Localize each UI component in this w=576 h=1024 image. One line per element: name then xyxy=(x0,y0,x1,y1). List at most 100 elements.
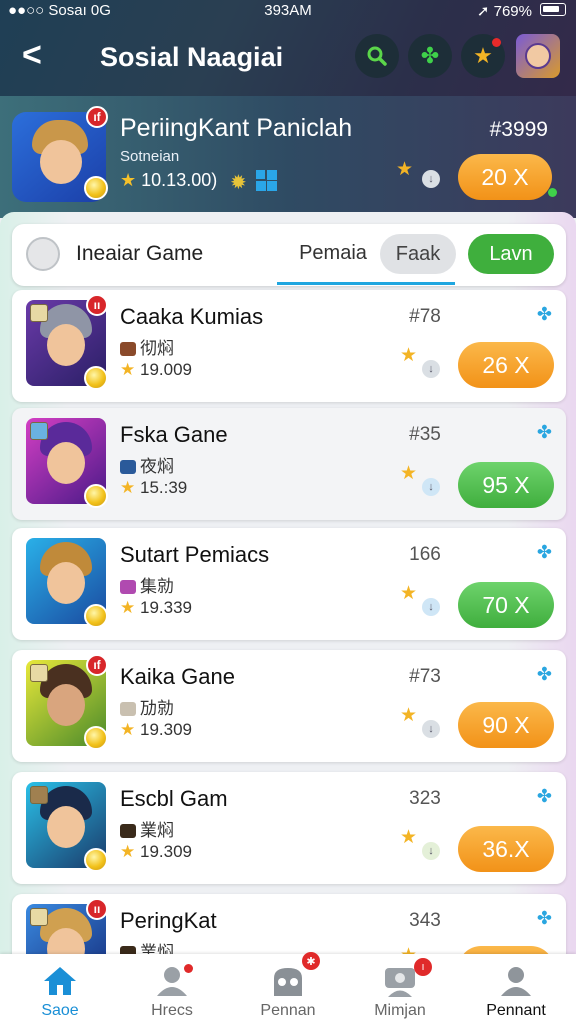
game-subtitle: 業焖 xyxy=(120,816,174,841)
battery-icon xyxy=(540,3,566,16)
coin-icon xyxy=(84,604,108,628)
tab-lavn[interactable]: Lavn xyxy=(468,234,554,274)
game-card[interactable]: Fska Gane 夜焖 ★ 15.:39 #35 ✤ ★ ↓ 95 X xyxy=(12,408,566,520)
bottom-nav: Saoe Hrecs ✱ Pennan ı Mimjan Pennant xyxy=(0,952,576,1024)
nav-label: Hrecs xyxy=(151,1002,193,1019)
game-rating: ★ 19.009 xyxy=(120,360,192,379)
coin-icon xyxy=(84,366,108,390)
card-action-button[interactable]: 95 X xyxy=(458,462,554,508)
featured-banner[interactable]: ıf PeriingKant Paniclah Sotneian ★ 10.13… xyxy=(0,96,576,218)
nav-tab-mimjan[interactable]: ı Mimjan xyxy=(344,954,456,1024)
game-rating: ★ 15.:39 xyxy=(120,478,188,497)
game-rating: ★ 19.339 xyxy=(120,598,192,617)
download-icon: ↓ xyxy=(422,598,440,616)
star-icon: ★ xyxy=(120,170,137,190)
game-card[interactable]: ıı Caaka Kumias 彻焖 ★ 19.009 #78 ✤ ★ ↓ 26… xyxy=(12,290,566,402)
card-badge: ıı xyxy=(86,294,108,316)
featured-price: #3999 xyxy=(489,118,548,141)
card-action-button[interactable]: 90 X xyxy=(458,702,554,748)
coin-icon xyxy=(84,848,108,872)
clover-icon: ✤ xyxy=(536,664,552,684)
favorites-button[interactable]: ★ xyxy=(461,34,505,78)
card-action-button[interactable]: 26 X xyxy=(458,342,554,388)
category-title: Ineaiar Game xyxy=(76,242,204,265)
download-icon: ↓ xyxy=(422,842,440,860)
active-tab-indicator xyxy=(277,282,455,285)
clover-icon: ✤ xyxy=(420,43,440,68)
nav-tab-pennant[interactable]: Pennant xyxy=(460,954,572,1024)
tab-pemaia[interactable]: Pemaia xyxy=(280,242,386,265)
page-title: Sosial Naagiai xyxy=(100,42,284,72)
game-rating: ★ 19.309 xyxy=(120,842,192,861)
avatar-face xyxy=(525,43,551,69)
notification-dot xyxy=(492,38,501,47)
game-rank: 323 xyxy=(409,788,441,809)
trophy-star-icon: ★ xyxy=(400,345,418,366)
clover-icon: ✤ xyxy=(536,422,552,442)
back-button[interactable]: < xyxy=(22,36,42,75)
home-icon xyxy=(44,967,76,995)
game-subtitle: 集勍 xyxy=(120,572,174,597)
game-name: Caaka Kumias xyxy=(120,304,264,329)
nav-label: Pennan xyxy=(260,1002,316,1019)
game-rank: #78 xyxy=(409,306,441,327)
status-bar: ●●○○ Sosaı 0G 393AM ➚ 769% xyxy=(0,0,576,22)
trophy-star-icon: ★ xyxy=(400,463,418,484)
robot-icon xyxy=(274,968,302,996)
card-action-button[interactable]: 70 X xyxy=(458,582,554,628)
nav-tab-pennan[interactable]: ✱ Pennan xyxy=(232,952,344,1024)
clover-icon: ✤ xyxy=(536,786,552,806)
clover-icon: ✤ xyxy=(536,304,552,324)
game-card[interactable]: Sutart Pemiacs 集勍 ★ 19.339 166 ✤ ★ ↓ 70 … xyxy=(12,528,566,640)
game-subtitle: 彻焖 xyxy=(120,334,174,359)
nav-tab-hrecs[interactable]: Hrecs xyxy=(116,954,228,1024)
game-subtitle: 劢勍 xyxy=(120,694,174,719)
game-rank: 343 xyxy=(409,910,441,931)
game-rank: #35 xyxy=(409,424,441,445)
coin-icon xyxy=(84,176,108,200)
battery-level: ➚ 769% xyxy=(476,3,532,20)
category-tab-bar: Ineaiar Game Pemaia Faak Lavn xyxy=(12,224,566,286)
nav-label: Pennant xyxy=(486,1002,546,1019)
game-rating: ★ 19.309 xyxy=(120,720,192,739)
game-card[interactable]: Escbl Gam 業焖 ★ 19.309 323 ✤ ★ ↓ 36.X xyxy=(12,772,566,884)
online-dot xyxy=(548,188,557,197)
star-icon: ★ xyxy=(473,43,493,68)
profile-icon xyxy=(501,967,531,996)
nav-tab-saoe[interactable]: Saoe xyxy=(4,954,116,1024)
cloud-icon xyxy=(26,237,60,271)
game-card[interactable]: ıf Kaika Gane 劢勍 ★ 19.309 #73 ✤ ★ ↓ 90 X xyxy=(12,650,566,762)
featured-title: PeriingKant Paniclah xyxy=(120,114,353,142)
nav-label: Mimjan xyxy=(374,1002,426,1019)
header-area: ●●○○ Sosaı 0G 393AM ➚ 769% < Sosial Naag… xyxy=(0,0,576,218)
gear-icon: ✹ xyxy=(230,172,247,194)
game-name: Kaika Gane xyxy=(120,664,235,689)
card-action-button[interactable]: 36.X xyxy=(458,826,554,872)
nav-badge: ı xyxy=(414,958,432,976)
card-badge: ıı xyxy=(86,898,108,920)
game-name: PeringKat xyxy=(120,908,217,933)
search-button[interactable] xyxy=(355,34,399,78)
trophy-star-icon: ★ xyxy=(400,827,418,848)
clover-button[interactable]: ✤ xyxy=(408,34,452,78)
clover-icon: ✤ xyxy=(536,908,552,928)
card-badge: ıf xyxy=(86,654,108,676)
game-name: Escbl Gam xyxy=(120,786,228,811)
trophy-star-icon: ★ xyxy=(396,159,414,180)
download-icon: ↓ xyxy=(422,360,440,378)
tab-faak[interactable]: Faak xyxy=(380,234,456,274)
notification-dot xyxy=(184,964,193,973)
featured-badge: ıf xyxy=(86,106,108,128)
windows-icon xyxy=(256,170,278,192)
featured-subtitle: Sotneian xyxy=(120,148,180,165)
featured-action-button[interactable]: 20 X xyxy=(458,154,552,200)
trophy-star-icon: ★ xyxy=(400,583,418,604)
user-avatar[interactable] xyxy=(516,34,560,78)
game-name: Sutart Pemiacs xyxy=(120,542,270,567)
clover-icon: ✤ xyxy=(536,542,552,562)
nav-bar: < Sosial Naagiai ✤ ★ xyxy=(0,30,576,86)
nav-label: Saoe xyxy=(41,1002,79,1019)
download-icon: ↓ xyxy=(422,720,440,738)
game-subtitle: 夜焖 xyxy=(120,452,174,477)
download-icon: ↓ xyxy=(422,478,440,496)
